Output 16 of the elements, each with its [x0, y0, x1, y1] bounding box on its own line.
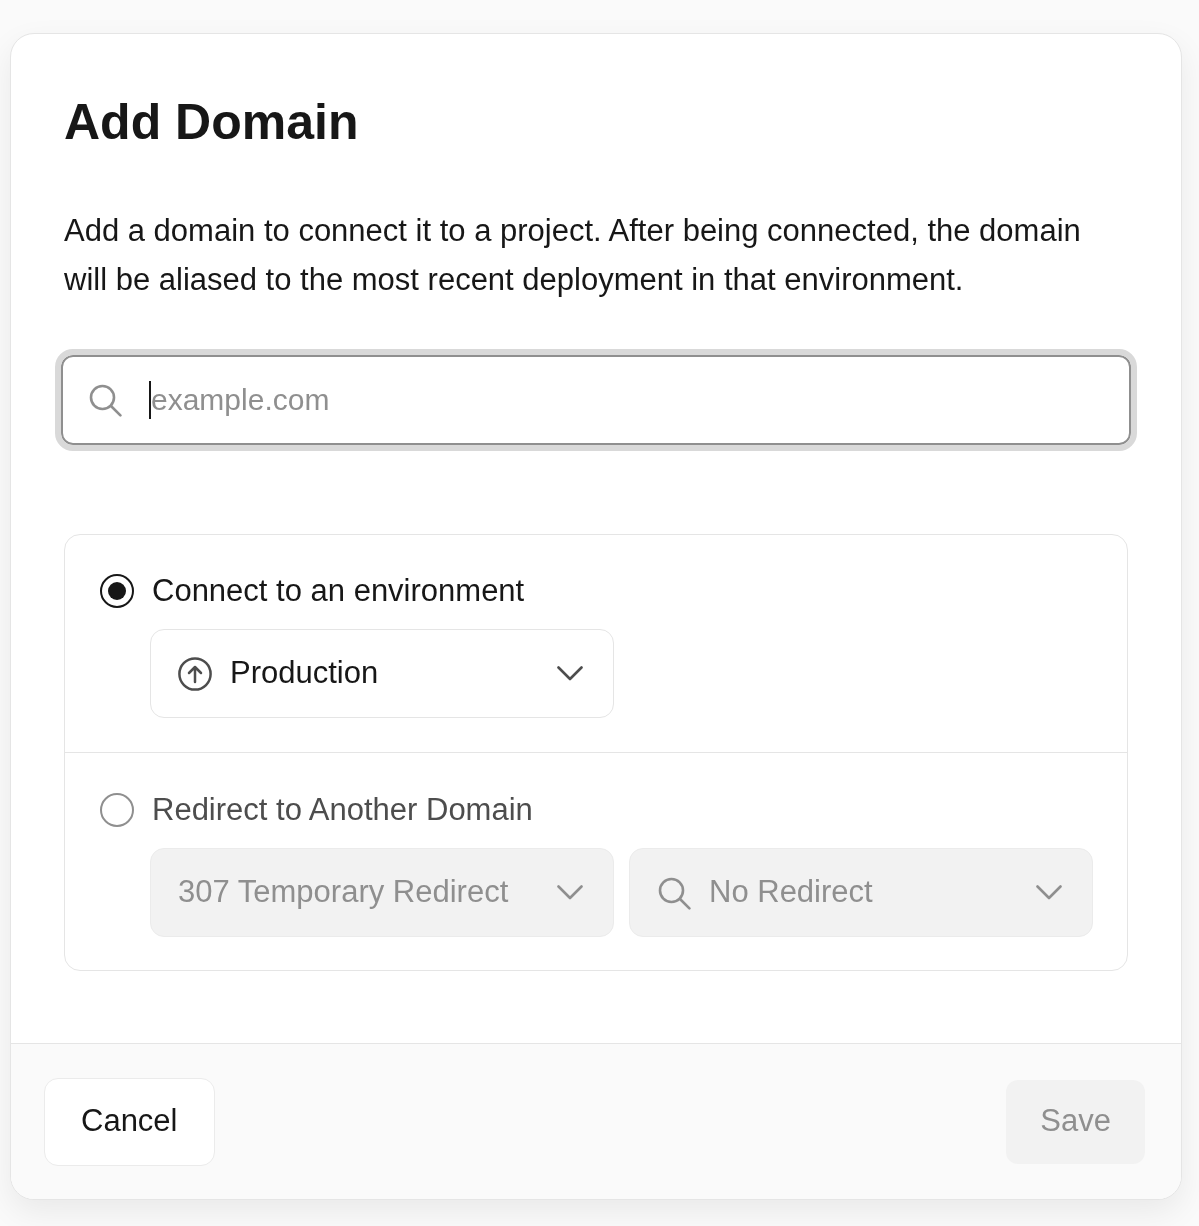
- chevron-down-icon: [1036, 885, 1062, 900]
- radio-label[interactable]: Connect to an environment: [152, 574, 525, 608]
- text-cursor-icon: [149, 381, 151, 419]
- radio-label[interactable]: Redirect to Another Domain: [152, 793, 533, 827]
- radio-button[interactable]: [100, 793, 134, 827]
- dialog-description: Add a domain to connect it to a project. After being connected, the domain will be aliased to the most recent deployment in that environment.: [64, 212, 1082, 299]
- dialog-title: Add Domain: [64, 97, 360, 147]
- chevron-down-icon: [557, 885, 583, 900]
- search-icon: [657, 875, 691, 910]
- chevron-down-icon: [557, 666, 583, 681]
- environment-select[interactable]: Production: [150, 629, 614, 718]
- cancel-button[interactable]: Cancel: [44, 1077, 215, 1166]
- arrow-up-circle-icon: [178, 656, 212, 691]
- domain-input-field[interactable]: example.com: [55, 349, 1137, 451]
- search-icon: [88, 383, 122, 417]
- radio-button[interactable]: [100, 574, 134, 608]
